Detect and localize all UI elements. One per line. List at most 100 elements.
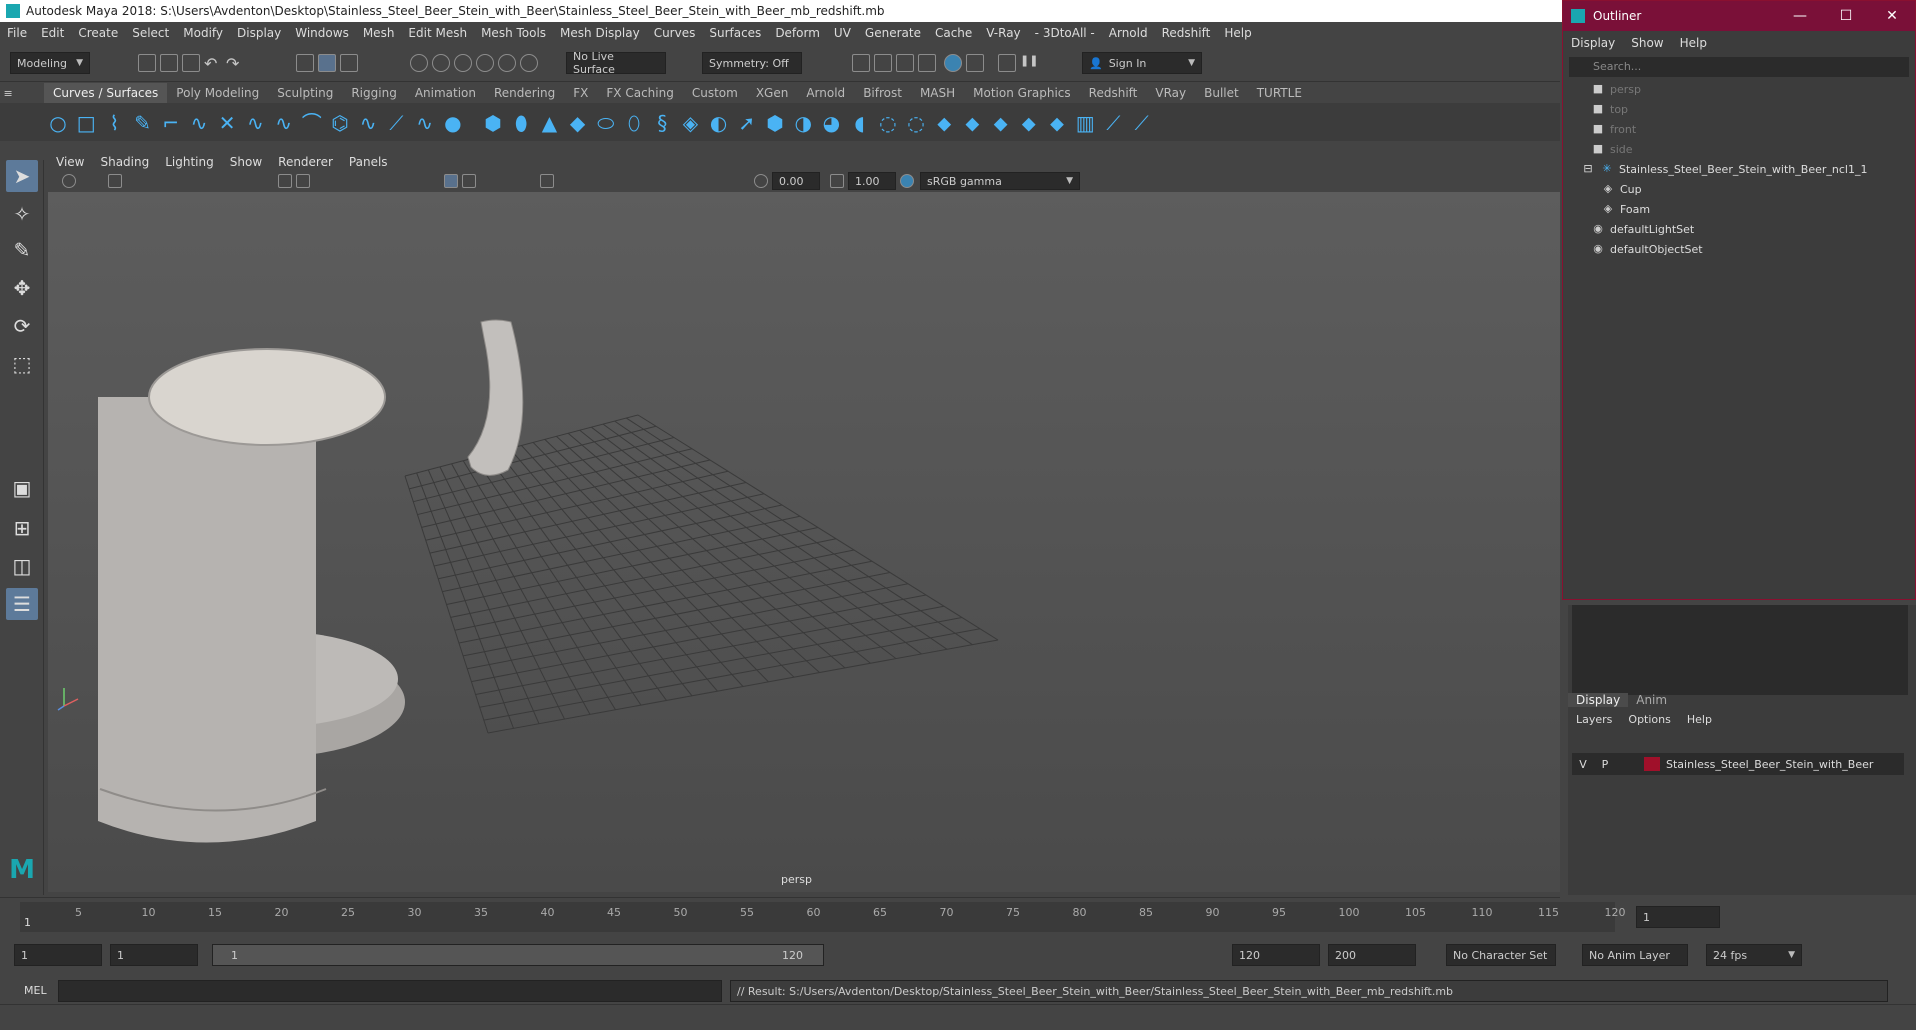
- menu-edit[interactable]: Edit: [34, 26, 71, 40]
- shelf-tab-xgen[interactable]: XGen: [747, 83, 798, 103]
- workspace-dropdown[interactable]: Modeling ▼: [10, 52, 90, 74]
- layer-tab-anim[interactable]: Anim: [1628, 693, 1675, 707]
- outliner-item[interactable]: ■ persp: [1563, 79, 1915, 99]
- menu-deform[interactable]: Deform: [768, 26, 827, 40]
- menu-display[interactable]: Display: [230, 26, 288, 40]
- bezier-curve-icon[interactable]: ∿: [187, 112, 211, 134]
- select-icon[interactable]: ◌: [904, 112, 928, 134]
- layer-tab-display[interactable]: Display: [1568, 693, 1629, 707]
- menu-mesh[interactable]: Mesh: [356, 26, 402, 40]
- outliner-layout-icon[interactable]: ☰: [6, 588, 38, 620]
- fill-icon[interactable]: ⬥: [1045, 112, 1069, 134]
- shelf-tab-mash[interactable]: MASH: [911, 83, 964, 103]
- menu-windows[interactable]: Windows: [288, 26, 356, 40]
- attach-icon[interactable]: ⌬: [328, 112, 352, 134]
- end-frame-field[interactable]: 200: [1328, 944, 1416, 966]
- render-ipr-icon[interactable]: [896, 54, 914, 72]
- range-slider[interactable]: 1 120: [212, 944, 824, 966]
- panel-menu-renderer[interactable]: Renderer: [270, 155, 341, 169]
- panel-menu-lighting[interactable]: Lighting: [157, 155, 222, 169]
- layer-visibility-toggle[interactable]: V: [1572, 758, 1594, 771]
- nurbs-icon[interactable]: ⬥: [989, 112, 1013, 134]
- stitch-icon[interactable]: ⬥: [932, 112, 956, 134]
- live-surface-field[interactable]: No Live Surface: [566, 50, 666, 76]
- time-ruler[interactable]: 5 10 15 20 25 30 35 40 45 50 55 60 65 70 75 80 85 90 95 100…: [20, 902, 1626, 932]
- gamma-field[interactable]: 1.00: [848, 172, 896, 190]
- layer-row[interactable]: V P Stainless_Steel_Beer_Stein_with_Beer: [1572, 753, 1904, 775]
- uv-icon[interactable]: ▥: [1073, 112, 1097, 134]
- beer-foam[interactable]: [148, 348, 386, 446]
- expand-toggle-icon[interactable]: ⊟: [1581, 162, 1595, 176]
- outliner-item[interactable]: ■ top: [1563, 99, 1915, 119]
- menu-arnold[interactable]: Arnold: [1102, 26, 1155, 40]
- panel-menu-view[interactable]: View: [48, 155, 92, 169]
- extrude-icon[interactable]: ◈: [678, 112, 702, 134]
- ep-curve-icon[interactable]: ⌐: [159, 112, 183, 134]
- save-scene-icon[interactable]: [182, 54, 200, 72]
- shelf-menu-icon[interactable]: ≡: [0, 87, 44, 100]
- menu-mesh-tools[interactable]: Mesh Tools: [474, 26, 553, 40]
- shelf-tab-turtle[interactable]: TURTLE: [1248, 83, 1311, 103]
- move-tool-icon[interactable]: ✥: [6, 272, 38, 304]
- camera-attributes-icon[interactable]: [108, 174, 122, 188]
- lasso-icon[interactable]: ◌: [876, 112, 900, 134]
- menu-mesh-display[interactable]: Mesh Display: [553, 26, 647, 40]
- outliner-menu-help[interactable]: Help: [1672, 36, 1715, 50]
- shelf-tab-animation[interactable]: Animation: [406, 83, 485, 103]
- shelf-tab-fx[interactable]: FX: [564, 83, 597, 103]
- render-sequence-icon[interactable]: [874, 54, 892, 72]
- shelf-tab-motion-graphics[interactable]: Motion Graphics: [964, 83, 1080, 103]
- menu-help[interactable]: Help: [1217, 26, 1258, 40]
- single-perspective-layout-icon[interactable]: ▣: [6, 472, 38, 504]
- detach-icon[interactable]: ∿: [356, 112, 380, 134]
- undo-icon[interactable]: ↶: [204, 54, 222, 73]
- menu-surfaces[interactable]: Surfaces: [702, 26, 768, 40]
- shelf-tab-vray[interactable]: VRay: [1146, 83, 1195, 103]
- snap-live-icon[interactable]: [520, 54, 538, 72]
- menu-uv[interactable]: UV: [827, 26, 858, 40]
- split-icon[interactable]: ⬥: [1017, 112, 1041, 134]
- exposure-field[interactable]: 0.00: [772, 172, 820, 190]
- layer-color-swatch[interactable]: [1644, 757, 1660, 771]
- outliner-item[interactable]: ◉ defaultObjectSet: [1563, 239, 1915, 259]
- outliner-item[interactable]: ◉ defaultLightSet: [1563, 219, 1915, 239]
- xray-icon[interactable]: [540, 174, 554, 188]
- layer-menu-layers[interactable]: Layers: [1568, 713, 1620, 726]
- menu-edit-mesh[interactable]: Edit Mesh: [401, 26, 474, 40]
- boolean-icon[interactable]: ⬢: [763, 112, 787, 134]
- menu-redshift[interactable]: Redshift: [1155, 26, 1218, 40]
- shelf-tab-fx-caching[interactable]: FX Caching: [597, 83, 682, 103]
- command-input[interactable]: [58, 980, 722, 1002]
- sculpt-icon[interactable]: ⬥: [960, 112, 984, 134]
- menu-3dtoall[interactable]: - 3DtoAll -: [1028, 26, 1102, 40]
- plane-icon[interactable]: ◆: [566, 112, 590, 134]
- anim-end-field[interactable]: 120: [1232, 944, 1320, 966]
- symmetry-field[interactable]: Symmetry: Off: [702, 52, 802, 74]
- paint-select-tool-icon[interactable]: ✎: [6, 234, 38, 266]
- stein-body[interactable]: [98, 397, 316, 843]
- scale-tool-icon[interactable]: ⬚: [6, 348, 38, 380]
- select-object-icon[interactable]: [318, 54, 336, 72]
- shelf-tab-redshift[interactable]: Redshift: [1080, 83, 1147, 103]
- wireframe-on-shaded-icon[interactable]: [462, 174, 476, 188]
- shelf-tab-bifrost[interactable]: Bifrost: [854, 83, 911, 103]
- paint-icon[interactable]: ⟋: [1101, 112, 1125, 134]
- revolve-icon[interactable]: §: [650, 112, 674, 134]
- menu-generate[interactable]: Generate: [858, 26, 928, 40]
- snap-view-icon[interactable]: [476, 54, 494, 72]
- outliner-search-input[interactable]: Search...: [1569, 57, 1909, 77]
- rotate-tool-icon[interactable]: ⟳: [6, 310, 38, 342]
- pencil-curve-icon[interactable]: ✎: [131, 112, 155, 134]
- arc-icon[interactable]: ⌒: [300, 112, 324, 134]
- start-frame-field[interactable]: 1: [14, 944, 102, 966]
- color-space-dropdown[interactable]: sRGB gamma ▼: [920, 172, 1080, 190]
- viewport-persp[interactable]: persp: [48, 192, 1560, 892]
- snap-surface-icon[interactable]: [498, 54, 516, 72]
- select-component-icon[interactable]: [340, 54, 358, 72]
- anim-start-field[interactable]: 1: [110, 944, 198, 966]
- rebuild-icon[interactable]: ∿: [413, 112, 437, 134]
- square-icon[interactable]: □: [74, 112, 98, 134]
- current-frame-field[interactable]: 1: [1636, 906, 1720, 928]
- pause-icon[interactable]: ❚❚: [1020, 54, 1038, 72]
- exposure-icon[interactable]: [754, 174, 768, 188]
